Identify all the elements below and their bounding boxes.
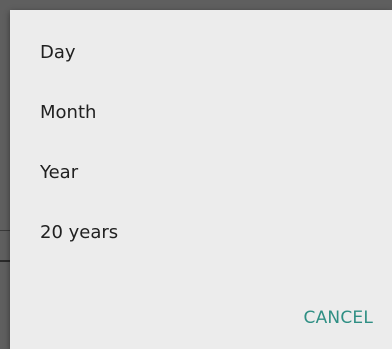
option-day[interactable]: Day [40,42,76,64]
option-year[interactable]: Year [40,162,78,184]
option-20-years[interactable]: 20 years [40,222,118,244]
time-range-dialog: Day Month Year 20 years CANCEL [10,10,392,349]
background-divider [0,230,10,231]
option-month[interactable]: Month [40,102,96,124]
cancel-button[interactable]: CANCEL [304,308,374,328]
